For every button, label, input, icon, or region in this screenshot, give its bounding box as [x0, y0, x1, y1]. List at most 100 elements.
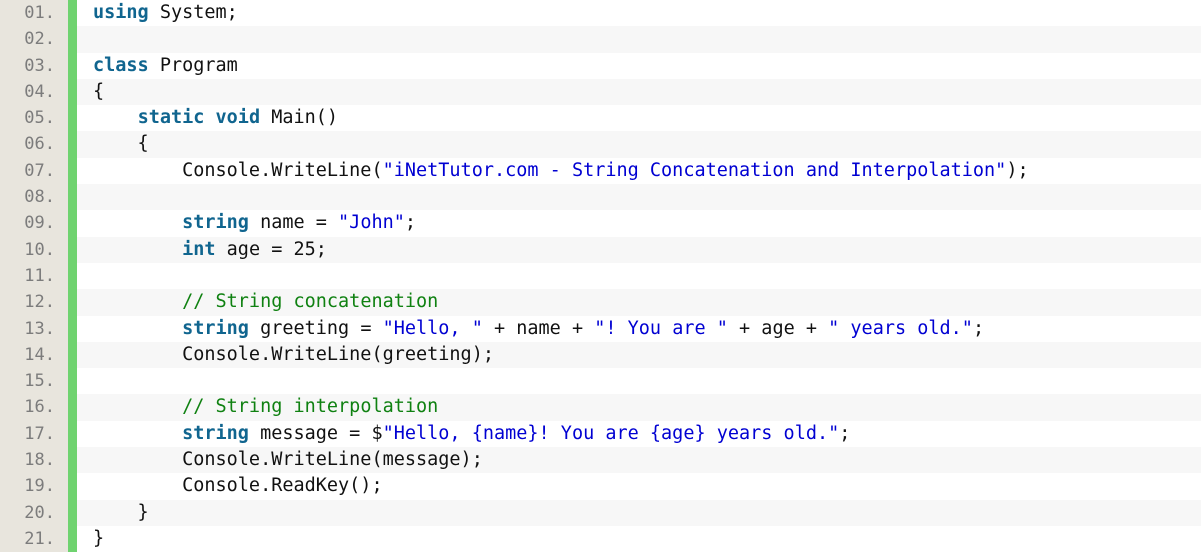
- code-line-text[interactable]: Console.WriteLine(message);: [77, 447, 1201, 473]
- code-line-text[interactable]: [77, 26, 1201, 52]
- code-token-plain: Console.ReadKey();: [93, 475, 383, 497]
- line-number: 17.: [0, 420, 68, 448]
- change-marker-bar: [68, 525, 77, 553]
- line-number: 15.: [0, 368, 68, 395]
- code-line-text[interactable]: Console.WriteLine("iNetTutor.com - Strin…: [77, 158, 1201, 184]
- code-line-text[interactable]: // String concatenation: [77, 289, 1201, 315]
- change-marker-bar: [68, 0, 77, 27]
- line-number: 06.: [0, 131, 68, 158]
- code-line-text[interactable]: string message = $"Hello, {name}! You ar…: [77, 421, 1201, 447]
- change-marker-bar: [68, 184, 77, 211]
- line-number: 02.: [0, 26, 68, 53]
- line-number: 08.: [0, 184, 68, 211]
- code-line-row: 07. Console.WriteLine("iNetTutor.com - S…: [0, 157, 1201, 185]
- code-line-text[interactable]: // String interpolation: [77, 394, 1201, 420]
- code-token-kw: class: [93, 54, 149, 76]
- code-token-plain: }: [93, 501, 149, 523]
- code-token-plain: Main(): [260, 107, 339, 129]
- code-token-com: // String concatenation: [182, 291, 439, 313]
- code-line-row: 18. Console.WriteLine(message);: [0, 447, 1201, 474]
- code-line-text[interactable]: string greeting = "Hello, " + name + "! …: [77, 316, 1201, 342]
- code-line-row: 17. string message = $"Hello, {name}! Yo…: [0, 420, 1201, 448]
- change-marker-bar: [68, 394, 77, 421]
- code-line-text[interactable]: using System;: [77, 0, 1201, 26]
- line-number: 18.: [0, 447, 68, 474]
- code-line-row: 10. int age = 25;: [0, 236, 1201, 263]
- change-marker-bar: [68, 499, 77, 526]
- line-number: 20.: [0, 499, 68, 526]
- line-number: 21.: [0, 525, 68, 553]
- code-token-kw: using: [93, 2, 149, 23]
- code-token-str: "John": [338, 212, 405, 234]
- change-marker-bar: [68, 105, 77, 132]
- code-line-row: 15.: [0, 368, 1201, 395]
- line-number: 16.: [0, 394, 68, 421]
- code-line-text[interactable]: [77, 263, 1201, 289]
- code-line-row: 19. Console.ReadKey();: [0, 473, 1201, 500]
- code-token-str: "! You are ": [594, 317, 728, 339]
- code-line-text[interactable]: [77, 368, 1201, 394]
- change-marker-bar: [68, 78, 77, 106]
- line-number: 10.: [0, 236, 68, 263]
- code-token-kw: string: [182, 212, 249, 234]
- code-line-row: 13. string greeting = "Hello, " + name +…: [0, 315, 1201, 342]
- change-marker-bar: [68, 262, 77, 290]
- code-token-kw: void: [215, 107, 261, 129]
- code-line-text[interactable]: {: [77, 131, 1201, 157]
- code-line-row: 02.: [0, 26, 1201, 53]
- code-token-str: "iNetTutor.com - String Concatenation an…: [382, 159, 1007, 181]
- code-line-text[interactable]: {: [77, 79, 1201, 105]
- line-number: 13.: [0, 315, 68, 342]
- code-token-kw: string: [182, 317, 249, 339]
- code-token-plain: name =: [248, 212, 339, 234]
- code-token-plain: ;: [404, 212, 417, 234]
- change-marker-bar: [68, 341, 77, 369]
- code-token-plain: Program: [148, 54, 238, 76]
- code-lines-container: 01. using System; 02. 03. class Program 04. {…: [0, 0, 1201, 553]
- line-number: 14.: [0, 341, 68, 369]
- change-marker-bar: [68, 289, 77, 316]
- code-token-plain: }: [93, 527, 105, 549]
- code-line-row: 14. Console.WriteLine(greeting);: [0, 341, 1201, 369]
- code-line-row: 20. }: [0, 499, 1201, 526]
- change-marker-bar: [68, 131, 77, 158]
- code-token-plain: Console.WriteLine(message);: [93, 449, 483, 471]
- code-line-row: 21.}: [0, 525, 1201, 553]
- code-token-plain: );: [1006, 159, 1029, 181]
- code-line-text[interactable]: [77, 184, 1201, 210]
- code-token-plain: greeting =: [248, 317, 383, 339]
- change-marker-bar: [68, 368, 77, 395]
- code-token-plain: + age +: [727, 317, 829, 339]
- code-line-text[interactable]: class Program: [77, 53, 1201, 79]
- code-token-plain: age = 25;: [215, 238, 327, 260]
- code-line-text[interactable]: string name = "John";: [77, 210, 1201, 236]
- code-line-text[interactable]: int age = 25;: [77, 237, 1201, 263]
- change-marker-bar: [68, 420, 77, 448]
- code-token-plain: Console.WriteLine(: [93, 159, 383, 181]
- change-marker-bar: [68, 26, 77, 53]
- code-line-text[interactable]: static void Main(): [77, 105, 1201, 131]
- code-line-text[interactable]: }: [77, 526, 1201, 552]
- code-line-row: 04. {: [0, 78, 1201, 106]
- line-number: 05.: [0, 105, 68, 132]
- code-editor-pane: 01. using System; 02. 03. class Program 04. {…: [0, 0, 1201, 553]
- line-number: 01.: [0, 0, 68, 27]
- code-line-text[interactable]: }: [77, 500, 1201, 526]
- code-line-text[interactable]: Console.ReadKey();: [77, 473, 1201, 499]
- code-token-plain: message = $: [248, 422, 383, 444]
- code-token-kw: static: [137, 107, 205, 129]
- code-token-plain: {: [93, 133, 149, 155]
- code-token-com: // String interpolation: [182, 396, 439, 418]
- code-line-row: 03. class Program: [0, 52, 1201, 79]
- code-line-row: 05. static void Main(): [0, 105, 1201, 132]
- line-number: 09.: [0, 210, 68, 237]
- code-line-row: 11.: [0, 262, 1201, 290]
- code-token-plain: {: [93, 80, 105, 102]
- code-token-str: "Hello, {name}! You are {age} years old.…: [382, 422, 840, 444]
- code-line-text[interactable]: Console.WriteLine(greeting);: [77, 342, 1201, 368]
